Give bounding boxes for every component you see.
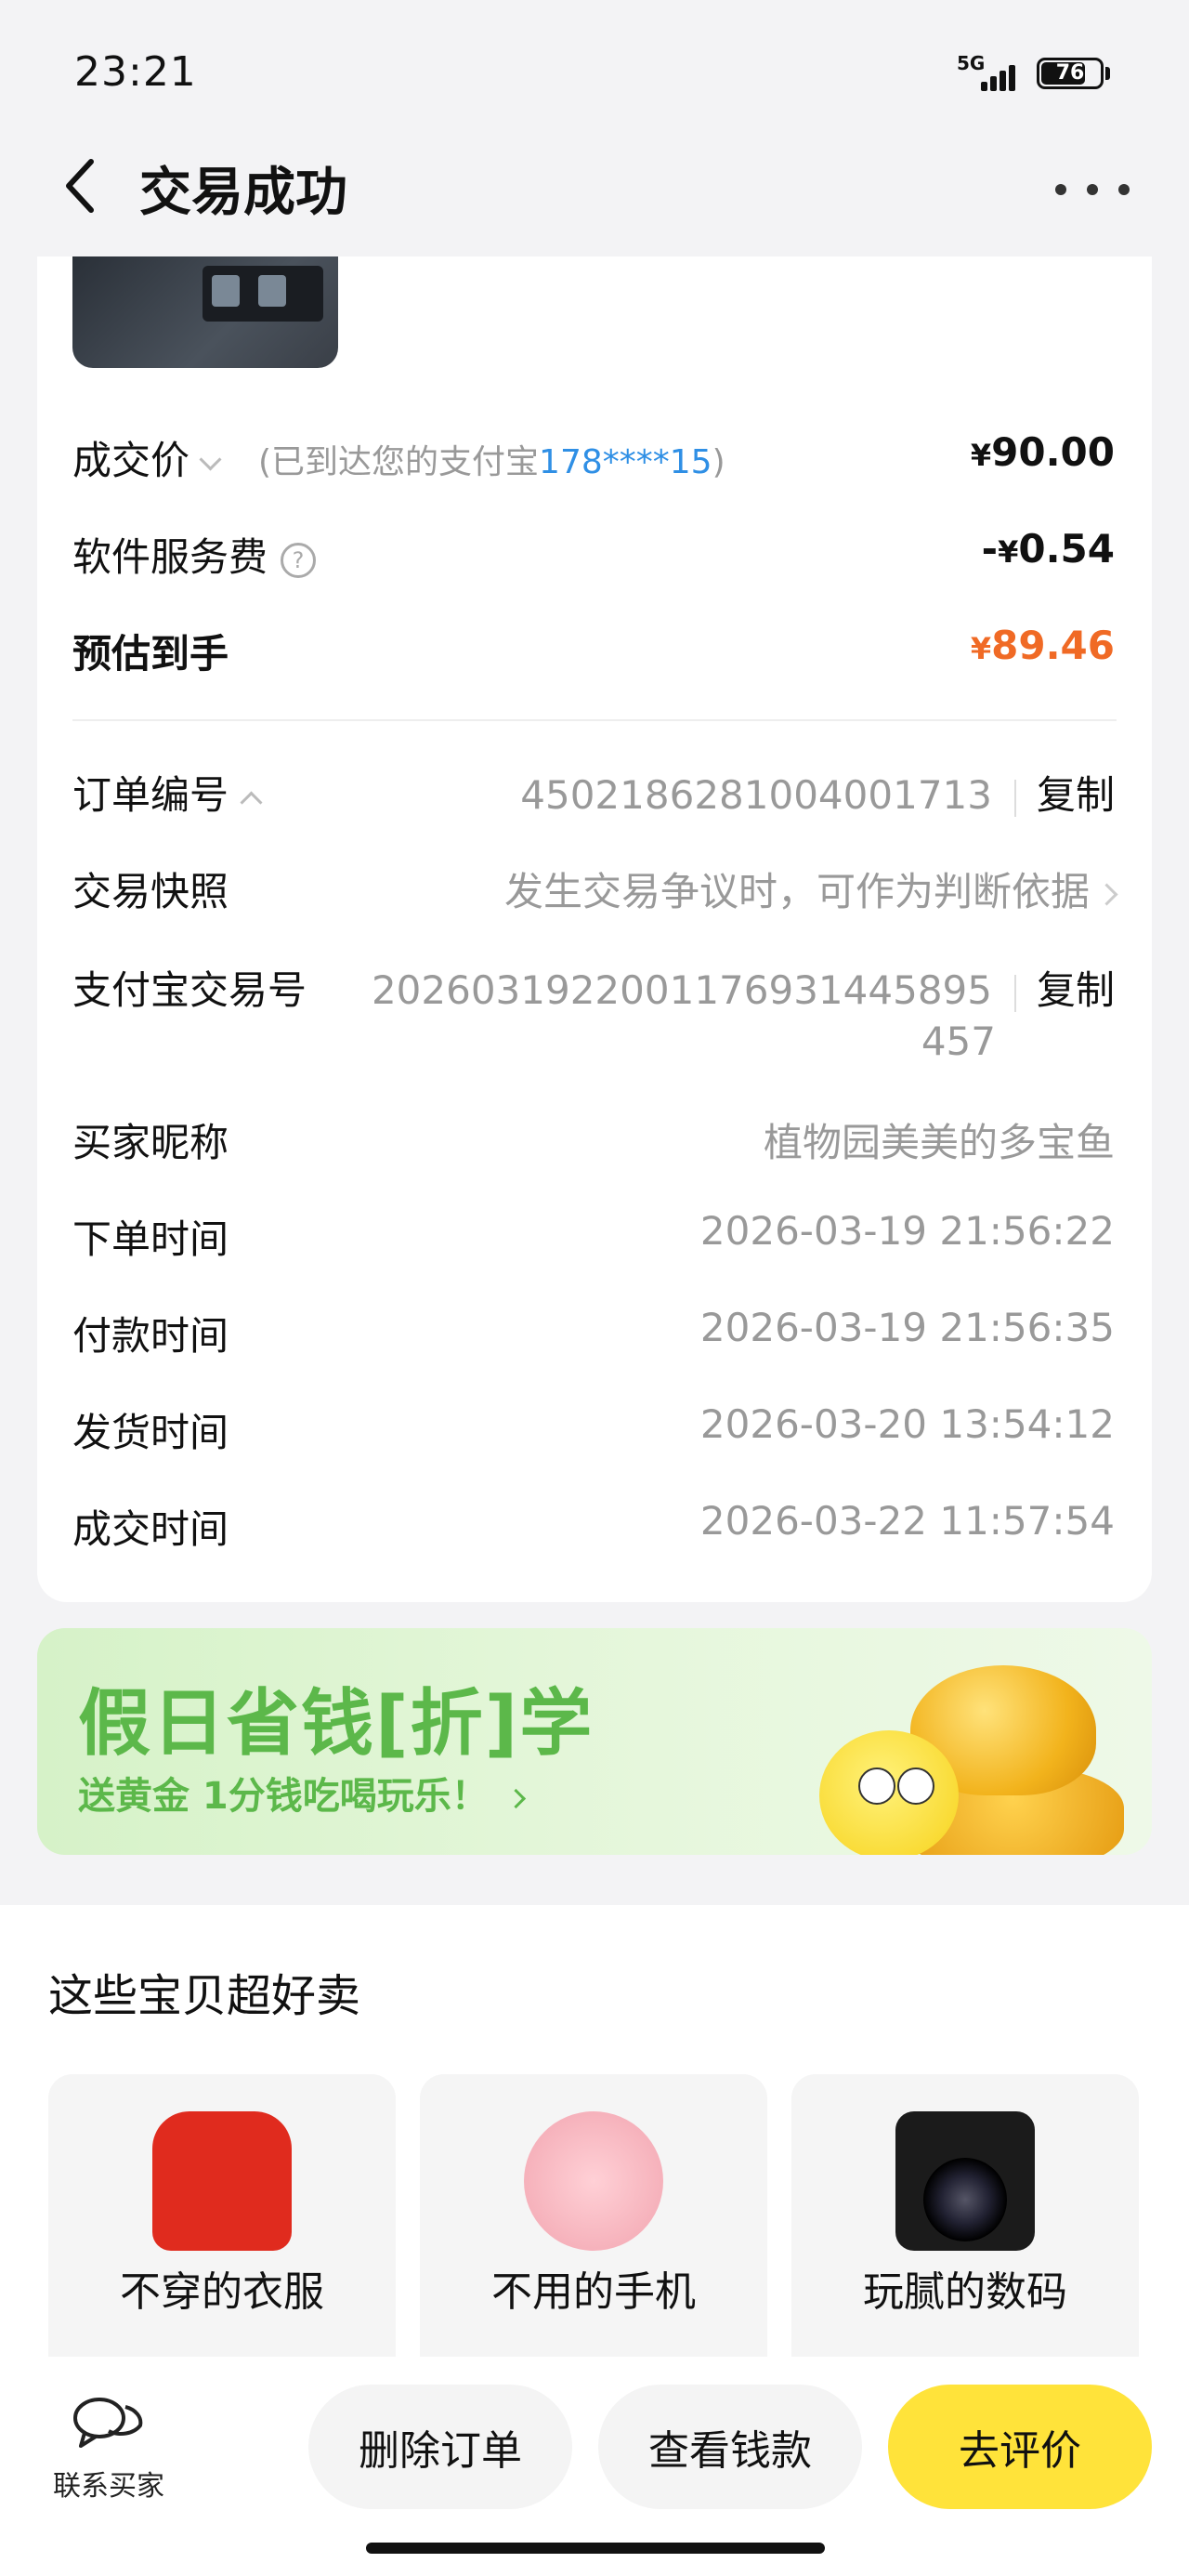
camera-lens (923, 2158, 1007, 2241)
ship-time-label: 发货时间 (72, 1410, 229, 1455)
alipay-account: 178****15 (539, 443, 712, 481)
contact-buyer-label: 联系买家 (53, 2470, 164, 2503)
order-number-label[interactable]: 订单编号 (72, 764, 263, 821)
divider (72, 719, 1117, 721)
currency-symbol: ¥ (998, 534, 1019, 570)
more-dot-icon (1087, 184, 1098, 195)
recommend-item-label: 玩腻的数码 (863, 2268, 1067, 2316)
note-suffix: ) (712, 443, 725, 481)
order-time: 2026-03-19 21:56:22 (699, 1208, 1115, 1254)
currency-symbol: ¥ (970, 438, 992, 473)
banner-subtitle-text: 送黄金 1分钱吃喝玩乐！ (78, 1775, 489, 1818)
order-detail-card: 成交价 (已到达您的支付宝178****15) ¥90.00 软件服务费? -¥… (37, 256, 1152, 1602)
battery-level: 76 (1055, 61, 1085, 85)
signal-icon (977, 58, 1022, 91)
mascot-eye (897, 1768, 934, 1805)
bottom-action-bar: 联系买家 删除订单 查看钱款 去评价 (0, 2357, 1189, 2576)
battery-cap (1105, 67, 1110, 80)
mascot-eye (858, 1768, 895, 1805)
deal-time-label: 成交时间 (72, 1506, 229, 1552)
deal-amount-value: 90.00 (991, 429, 1115, 475)
review-button[interactable]: 去评价 (888, 2385, 1152, 2509)
buyer-nickname-label: 买家昵称 (72, 1120, 229, 1165)
buyer-nickname: 植物园美美的多宝鱼 (763, 1120, 1115, 1165)
battery-icon: 76 (1037, 58, 1104, 89)
back-button[interactable] (52, 149, 108, 223)
chevron-right-icon (505, 1788, 526, 1808)
deal-time: 2026-03-22 11:57:54 (699, 1498, 1115, 1544)
order-number-label-text: 订单编号 (72, 772, 229, 818)
alipay-number-line2: 457 (921, 1019, 996, 1064)
service-fee-label-text: 软件服务费 (72, 534, 268, 580)
recommend-item-label: 不用的手机 (491, 2268, 696, 2316)
order-number: 4502186281004001713 (520, 772, 992, 818)
pay-time-label: 付款时间 (72, 1313, 229, 1359)
alipay-number-label: 支付宝交易号 (72, 967, 307, 1013)
promo-banner[interactable]: 假日省钱[折]学 送黄金 1分钱吃喝玩乐！ (37, 1628, 1152, 1855)
phone-icon (524, 2111, 663, 2251)
more-menu-button[interactable] (1055, 167, 1130, 212)
product-thumbnail[interactable] (72, 256, 338, 368)
deal-price-label[interactable]: 成交价 (72, 429, 233, 486)
copy-order-number-button[interactable]: 复制 (1037, 772, 1115, 818)
note-prefix: (已到达您的支付宝 (258, 443, 540, 481)
order-time-label: 下单时间 (72, 1216, 229, 1262)
deal-amount: ¥90.00 (971, 429, 1115, 475)
copy-alipay-number-button[interactable]: 复制 (1037, 967, 1115, 1013)
chat-icon (73, 2398, 143, 2448)
view-money-button[interactable]: 查看钱款 (598, 2385, 862, 2509)
separator (1013, 779, 1016, 817)
help-icon[interactable]: ? (281, 542, 317, 578)
chevron-left-icon (66, 159, 94, 213)
service-fee-amount: -¥0.54 (982, 526, 1115, 572)
camera-icon (895, 2111, 1035, 2251)
snapshot-label: 交易快照 (72, 869, 229, 914)
thumb-item (258, 275, 286, 307)
contact-buyer-button[interactable]: 联系买家 (48, 2394, 169, 2504)
alipay-number-line1: 2026031922001176931445895 (371, 967, 992, 1013)
service-fee-value: 0.54 (1018, 526, 1115, 572)
net-income-amount: ¥89.46 (971, 623, 1115, 668)
delete-order-button[interactable]: 删除订单 (308, 2385, 572, 2509)
more-dot-icon (1055, 184, 1066, 195)
thumb-item (212, 275, 240, 307)
net-income-label: 预估到手 (72, 631, 229, 677)
recommend-item-label: 不穿的衣服 (120, 2268, 324, 2316)
deal-price-note: (已到达您的支付宝178****15) (258, 435, 725, 483)
snapshot-text: 发生交易争议时，可作为判断依据 (503, 869, 1090, 914)
currency-symbol: ¥ (970, 631, 992, 666)
chevron-up-icon (240, 791, 263, 814)
page-title: 交易成功 (139, 163, 347, 223)
separator (1013, 974, 1016, 1012)
snapshot-link[interactable]: 发生交易争议时，可作为判断依据 (503, 861, 1118, 917)
minus-sign: - (981, 526, 999, 572)
sweater-icon (152, 2111, 292, 2251)
status-bar: 23:21 5G 76 (0, 0, 1189, 149)
banner-subtitle: 送黄金 1分钱吃喝玩乐！ (78, 1766, 526, 1820)
more-dot-icon (1118, 184, 1130, 195)
net-income-value: 89.46 (991, 623, 1115, 668)
home-indicator[interactable] (366, 2543, 825, 2554)
chevron-down-icon (199, 448, 222, 471)
banner-title: 假日省钱[折]学 (78, 1682, 594, 1766)
pay-time: 2026-03-19 21:56:35 (699, 1305, 1115, 1350)
chevron-right-icon (1095, 883, 1118, 906)
service-fee-label: 软件服务费? (72, 526, 317, 583)
recommend-title: 这些宝贝超好卖 (48, 1970, 361, 2022)
alipay-number-row: 2026031922001176931445895 复制 (372, 959, 1115, 1016)
ship-time: 2026-03-20 13:54:12 (699, 1401, 1115, 1447)
deal-price-label-text: 成交价 (72, 438, 190, 483)
status-time: 23:21 (74, 48, 197, 96)
order-number-row: 4502186281004001713 复制 (520, 764, 1115, 821)
